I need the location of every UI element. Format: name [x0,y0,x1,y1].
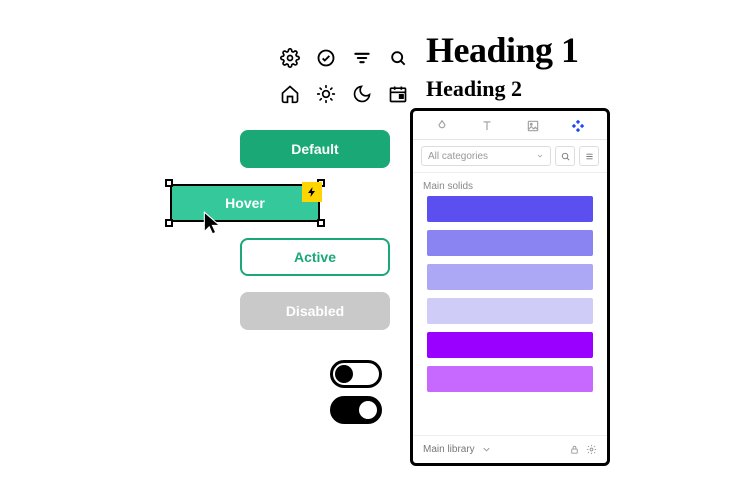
default-button-label: Default [291,141,338,157]
headings-block: Heading 1 Heading 2 [426,32,579,102]
tab-color[interactable] [435,119,449,133]
moon-icon [348,80,376,108]
active-button[interactable]: Active [240,238,390,276]
disabled-button: Disabled [240,292,390,330]
categories-dropdown[interactable]: All categories [421,146,551,166]
icon-grid [276,44,412,108]
swatch-list [413,196,607,435]
filter-icon [348,44,376,72]
color-swatch[interactable] [427,298,593,324]
gear-icon [276,44,304,72]
selection-handle[interactable] [165,179,173,187]
panel-list-button[interactable] [579,146,599,166]
toggle-off[interactable] [330,360,382,388]
button-states: Default Hover Active Disabled [170,130,390,346]
hover-button-selection[interactable]: Hover [170,184,320,222]
toggle-group [330,360,382,432]
color-swatch[interactable] [427,230,593,256]
panel-search-button[interactable] [555,146,575,166]
swatch-section-label: Main solids [413,173,607,196]
hover-button[interactable]: Hover [170,184,320,222]
selection-handle[interactable] [165,219,173,227]
tab-components[interactable] [571,119,585,133]
gear-icon[interactable] [586,444,597,455]
chevron-down-icon[interactable] [481,444,492,455]
panel-filter-row: All categories [413,140,607,173]
color-swatch[interactable] [427,264,593,290]
heading-1: Heading 1 [426,32,579,70]
home-icon [276,80,304,108]
panel-footer: Main library [413,435,607,463]
lightning-icon [302,182,322,202]
default-button[interactable]: Default [240,130,390,168]
categories-label: All categories [428,151,488,162]
lock-icon[interactable] [569,444,580,455]
color-swatch[interactable] [427,332,593,358]
tab-image[interactable] [526,119,540,133]
toggle-on[interactable] [330,396,382,424]
chevron-down-icon [536,152,544,160]
selection-handle[interactable] [317,219,325,227]
panel-tabs [413,111,607,140]
sun-icon [312,80,340,108]
search-icon [384,44,412,72]
calendar-icon [384,80,412,108]
color-swatch[interactable] [427,366,593,392]
hover-button-label: Hover [225,195,265,211]
disabled-button-label: Disabled [286,303,344,319]
color-swatch[interactable] [427,196,593,222]
library-label: Main library [423,444,475,455]
active-button-label: Active [294,249,336,265]
cursor-icon [200,210,226,236]
tab-typography[interactable] [480,119,494,133]
check-circle-icon [312,44,340,72]
heading-2: Heading 2 [426,76,579,102]
color-panel: All categories Main solids Main library [410,108,610,466]
